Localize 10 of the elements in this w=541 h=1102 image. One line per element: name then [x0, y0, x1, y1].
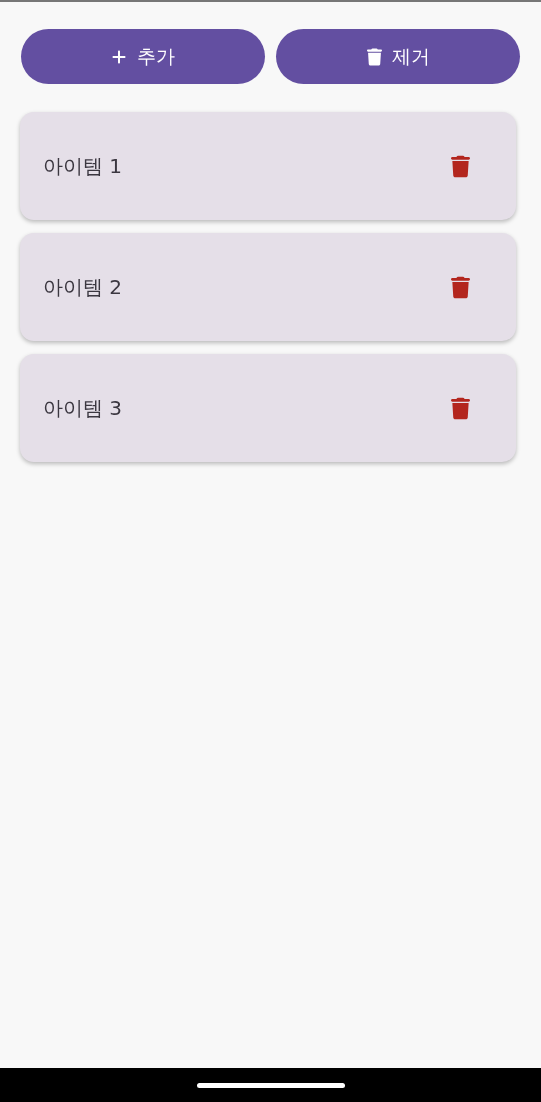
- item-label: 아이템 3: [43, 395, 124, 422]
- trash-icon: [450, 395, 470, 421]
- trash-icon: [366, 47, 382, 66]
- trash-icon: [450, 153, 470, 179]
- item-label: 아이템 1: [43, 153, 124, 180]
- plus-icon: [111, 48, 127, 65]
- remove-button[interactable]: 제거: [276, 29, 520, 84]
- item-label: 아이템 2: [43, 274, 124, 301]
- trash-icon: [450, 274, 470, 300]
- add-button[interactable]: 추가: [21, 29, 265, 84]
